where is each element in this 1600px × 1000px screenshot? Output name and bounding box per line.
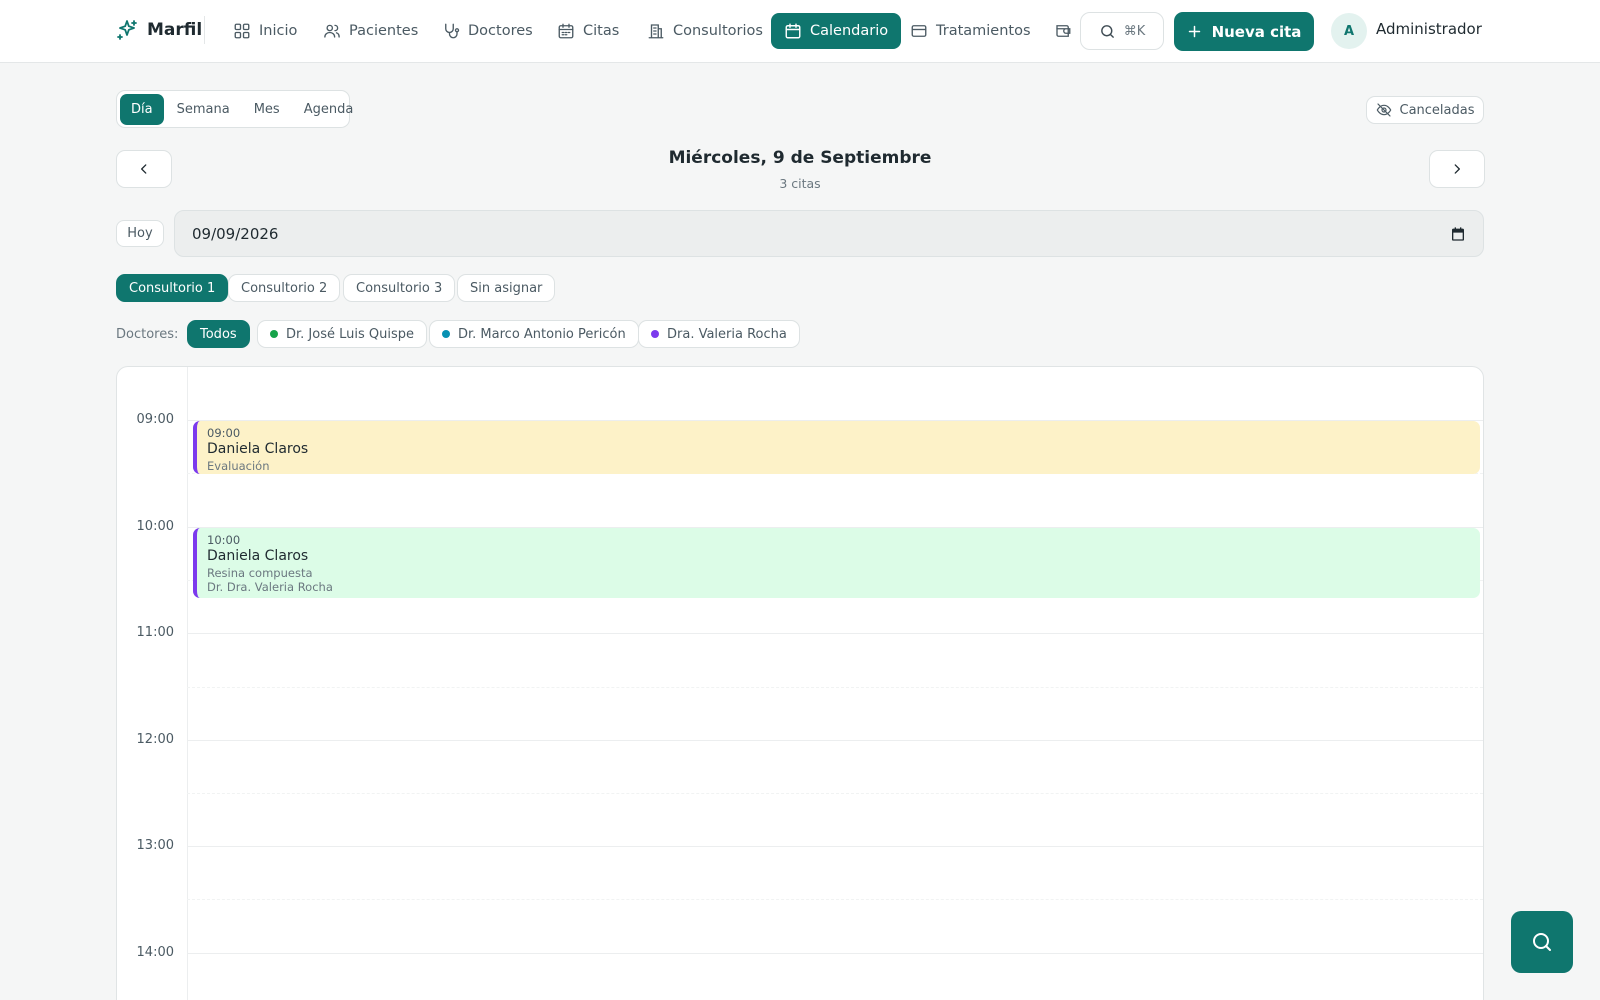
search-shortcut: ⌘K: [1123, 23, 1146, 39]
date-value: 09/09/2026: [192, 224, 279, 243]
appointment-patient: Daniela Claros: [207, 548, 309, 564]
day-calendar-grid[interactable]: 09:00 10:00 11:00 12:00 13:00 14:00 09:0…: [116, 366, 1484, 1000]
doctor-name: Dr. José Luis Quispe: [286, 326, 414, 342]
nav-label: Doctores: [468, 23, 533, 39]
hour-label: 11:00: [136, 625, 174, 640]
time-gutter-divider: [187, 367, 188, 1000]
search-icon: [1099, 23, 1116, 40]
stethoscope-icon: [442, 22, 460, 40]
appointment-count: 3 citas: [779, 176, 821, 191]
doctor-name: Dr. Marco Antonio Pericón: [458, 326, 626, 342]
nav-divider: [204, 16, 205, 44]
appointment-card[interactable]: 10:00 Daniela Claros Resina compuesta Dr…: [193, 528, 1480, 598]
calendar-icon[interactable]: [1450, 226, 1466, 242]
appointment-treatment: Resina compuesta: [207, 566, 313, 580]
nav-item-pacientes[interactable]: Pacientes: [310, 13, 431, 49]
nav-label: Pacientes: [349, 23, 419, 39]
avatar[interactable]: A: [1331, 13, 1367, 49]
hour-gridline: [187, 740, 1483, 741]
users-icon: [323, 22, 341, 40]
hour-gridline: [187, 633, 1483, 634]
room-chip-sin-asignar[interactable]: Sin asignar: [457, 274, 556, 302]
current-date-title: Miércoles, 9 de Septiembre: [668, 148, 932, 168]
hour-gridline: [187, 846, 1483, 847]
nav-item-tratamientos[interactable]: Tratamientos: [897, 13, 1044, 49]
date-picker-input[interactable]: 09/09/2026: [174, 210, 1484, 257]
search-button[interactable]: ⌘K: [1080, 12, 1164, 50]
tab-agenda[interactable]: Agenda: [293, 94, 365, 125]
doctor-chip-quispe[interactable]: Dr. José Luis Quispe: [257, 320, 427, 348]
wallet-icon: [1054, 22, 1072, 40]
room-chip-consultorio-1[interactable]: Consultorio 1: [116, 274, 229, 302]
eye-off-icon: [1376, 102, 1392, 118]
hour-gridline: [187, 953, 1483, 954]
doctor-chip-pericon[interactable]: Dr. Marco Antonio Pericón: [429, 320, 639, 348]
nav-item-consultorios[interactable]: Consultorios: [634, 13, 776, 49]
doctor-color-dot: [442, 330, 450, 338]
nav-item-doctores[interactable]: Doctores: [429, 13, 546, 49]
appointment-patient: Daniela Claros: [207, 441, 309, 457]
hour-label: 12:00: [136, 732, 174, 747]
floating-search-button[interactable]: [1511, 911, 1573, 973]
tab-dia[interactable]: Día: [120, 93, 164, 125]
half-hour-gridline: [187, 793, 1483, 794]
tab-mes[interactable]: Mes: [243, 94, 291, 125]
room-chip-consultorio-2[interactable]: Consultorio 2: [228, 274, 341, 302]
brand-name: Marfil: [147, 20, 203, 40]
hour-label: 14:00: [136, 945, 174, 960]
next-day-button[interactable]: [1429, 150, 1485, 188]
cancelled-label: Canceladas: [1399, 102, 1475, 118]
appointment-treatment: Evaluación: [207, 459, 270, 473]
doctors-filter-label: Doctores:: [116, 327, 179, 342]
today-button[interactable]: Hoy: [116, 220, 164, 247]
new-appointment-button[interactable]: Nueva cita: [1174, 12, 1314, 51]
room-chip-consultorio-3[interactable]: Consultorio 3: [343, 274, 456, 302]
nav-label: Citas: [583, 23, 620, 39]
show-cancelled-toggle[interactable]: Canceladas: [1366, 96, 1484, 124]
nav-label: Consultorios: [673, 23, 763, 39]
appointment-time: 10:00: [207, 533, 241, 547]
building-icon: [647, 22, 665, 40]
search-icon: [1530, 930, 1554, 954]
plus-icon: [1187, 24, 1202, 39]
chevron-right-icon: [1450, 162, 1464, 176]
prev-day-button[interactable]: [116, 150, 172, 188]
half-hour-gridline: [187, 899, 1483, 900]
nav-item-more[interactable]: [1041, 13, 1077, 49]
brand-logo[interactable]: Marfil: [115, 18, 202, 42]
nav-label: Tratamientos: [936, 23, 1031, 39]
doctor-color-dot: [270, 330, 278, 338]
hour-label: 13:00: [136, 838, 174, 853]
tab-semana[interactable]: Semana: [166, 94, 241, 125]
appointment-time: 09:00: [207, 426, 241, 440]
hour-label: 09:00: [136, 412, 174, 427]
nav-label: Inicio: [259, 23, 298, 39]
doctor-name: Dra. Valeria Rocha: [667, 326, 787, 342]
nav-item-inicio[interactable]: Inicio: [220, 13, 310, 49]
appointment-doctor: Dr. Dra. Valeria Rocha: [207, 580, 333, 594]
card-icon: [910, 22, 928, 40]
doctor-color-dot: [651, 330, 659, 338]
half-hour-gridline: [187, 687, 1483, 688]
chevron-left-icon: [137, 162, 151, 176]
view-switcher: Día Semana Mes Agenda: [116, 90, 353, 128]
user-name[interactable]: Administrador: [1376, 20, 1482, 38]
new-appointment-label: Nueva cita: [1211, 22, 1302, 41]
doctor-chip-rocha[interactable]: Dra. Valeria Rocha: [638, 320, 800, 348]
grid-icon: [233, 22, 251, 40]
calendar-icon: [784, 22, 802, 40]
appointment-card[interactable]: 09:00 Daniela Claros Evaluación: [193, 421, 1480, 474]
calendar-icon: [557, 22, 575, 40]
doctor-chip-todos[interactable]: Todos: [187, 320, 250, 348]
nav-item-calendario[interactable]: Calendario: [771, 13, 902, 49]
nav-item-citas[interactable]: Citas: [544, 13, 632, 49]
hour-label: 10:00: [136, 519, 174, 534]
top-navbar: Marfil Inicio Pacientes Doctores Citas C…: [0, 0, 1600, 63]
sparkle-icon: [115, 18, 139, 42]
nav-label: Calendario: [810, 23, 889, 39]
